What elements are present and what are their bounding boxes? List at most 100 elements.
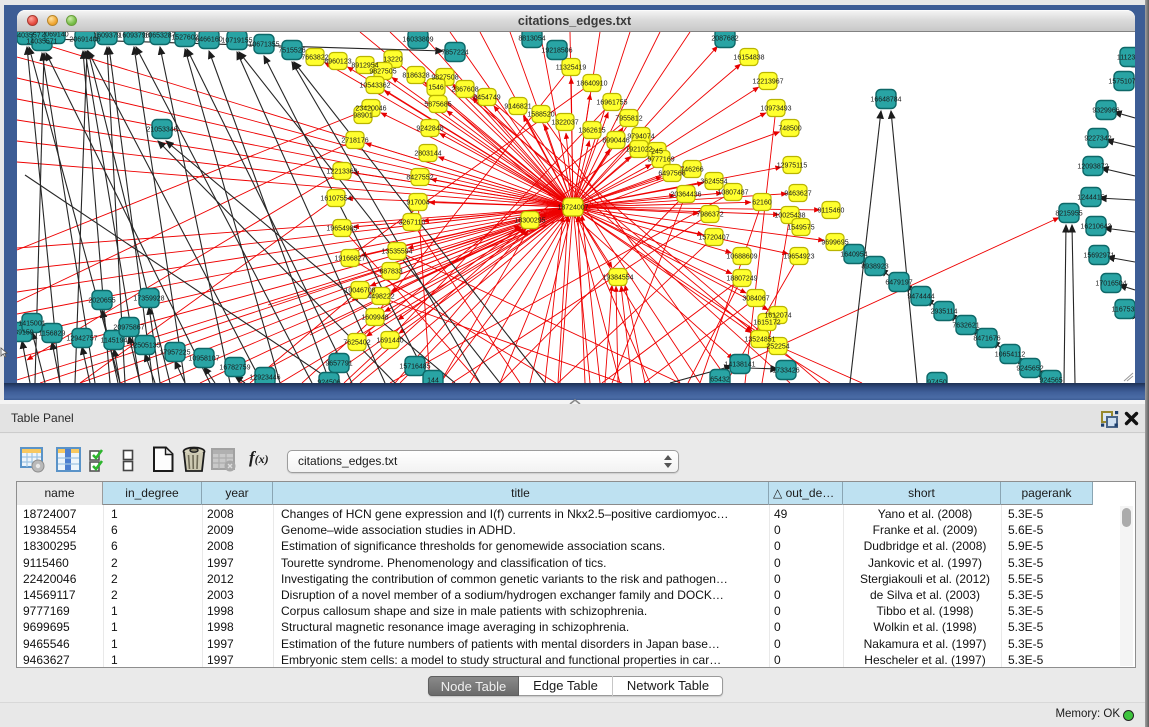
svg-text:3084067: 3084067 — [742, 296, 769, 303]
svg-text:1691440: 1691440 — [376, 338, 403, 345]
svg-text:20364436: 20364436 — [670, 192, 701, 199]
svg-text:17359928: 17359928 — [133, 296, 164, 303]
svg-text:1640954: 1640954 — [840, 252, 867, 259]
svg-text:65432: 65432 — [710, 377, 730, 384]
svg-text:97450: 97450 — [927, 380, 947, 384]
svg-text:18300295: 18300295 — [514, 218, 545, 225]
svg-text:13220: 13220 — [383, 57, 403, 64]
svg-text:10973493: 10973493 — [760, 106, 791, 113]
svg-text:8813054: 8813054 — [518, 36, 545, 43]
svg-text:3267110: 3267110 — [399, 220, 426, 227]
svg-text:62160: 62160 — [752, 200, 772, 207]
svg-text:12093872: 12093872 — [1077, 164, 1108, 171]
svg-text:5875685: 5875685 — [424, 102, 451, 109]
svg-text:12942757: 12942757 — [66, 336, 97, 343]
svg-text:16033809: 16033809 — [402, 37, 433, 44]
svg-text:1921022: 1921022 — [625, 147, 652, 154]
svg-text:18807249: 18807249 — [726, 276, 757, 283]
svg-text:16648784: 16648784 — [870, 97, 901, 104]
svg-text:7857224: 7857224 — [441, 50, 468, 57]
svg-text:16782759: 16782759 — [219, 365, 250, 372]
svg-text:1112345: 1112345 — [1117, 55, 1135, 62]
svg-text:2020655: 2020655 — [88, 298, 115, 305]
svg-text:1145194: 1145194 — [101, 338, 128, 345]
svg-text:6479197: 6479197 — [885, 280, 912, 287]
svg-text:9777169: 9777169 — [647, 157, 674, 164]
svg-text:12213967: 12213967 — [752, 79, 783, 86]
svg-text:924565: 924565 — [1039, 378, 1062, 384]
svg-text:19166827: 19166827 — [334, 256, 365, 263]
svg-text:98901: 98901 — [353, 113, 373, 120]
svg-text:20975867: 20975867 — [113, 325, 144, 332]
svg-text:11325419: 11325419 — [556, 65, 587, 72]
svg-text:7955812: 7955812 — [615, 116, 642, 123]
svg-text:10807487: 10807487 — [717, 190, 748, 197]
svg-text:8427552: 8427552 — [406, 175, 433, 182]
svg-text:8215955: 8215955 — [1055, 211, 1082, 218]
svg-text:9657791: 9657791 — [325, 361, 352, 368]
svg-text:19384554: 19384554 — [602, 275, 633, 282]
svg-text:10671355: 10671355 — [248, 42, 279, 49]
svg-text:7632621: 7632621 — [952, 323, 979, 330]
svg-text:18724007: 18724007 — [557, 205, 588, 212]
svg-text:12505135: 12505135 — [129, 343, 160, 350]
svg-text:939159: 939159 — [17, 330, 34, 337]
svg-text:16210643: 16210643 — [1080, 224, 1111, 231]
svg-text:9699695: 9699695 — [821, 240, 848, 247]
svg-text:14035571: 14035571 — [26, 39, 57, 46]
svg-text:12923446: 12923446 — [249, 375, 280, 382]
svg-text:9827508: 9827508 — [431, 75, 458, 82]
svg-text:9115460: 9115460 — [818, 208, 845, 215]
svg-text:2718176: 2718176 — [341, 138, 368, 145]
svg-text:9463627: 9463627 — [784, 191, 811, 198]
svg-text:8471676: 8471676 — [973, 336, 1000, 343]
svg-text:17957225: 17957225 — [159, 350, 190, 357]
svg-text:2803144: 2803144 — [414, 151, 441, 158]
svg-text:9227342: 9227342 — [1084, 136, 1111, 143]
svg-text:19218506: 19218506 — [541, 48, 572, 55]
svg-text:9827505: 9827505 — [369, 69, 396, 76]
svg-text:1156829: 1156829 — [39, 331, 66, 338]
svg-text:1362615: 1362615 — [578, 128, 605, 135]
svg-text:887833: 887833 — [379, 269, 402, 276]
svg-text:15716485: 15716485 — [399, 364, 430, 371]
svg-text:1244415: 1244415 — [1077, 195, 1104, 202]
svg-text:10025438: 10025438 — [774, 213, 805, 220]
svg-text:7515526: 7515526 — [278, 48, 305, 55]
svg-text:9474444: 9474444 — [907, 294, 934, 301]
svg-text:746266: 746266 — [680, 167, 703, 174]
svg-text:1546: 1546 — [428, 85, 444, 92]
svg-text:4498222: 4498222 — [367, 294, 394, 301]
svg-text:1167535: 1167535 — [1112, 307, 1135, 314]
svg-text:8990446: 8990446 — [602, 138, 629, 145]
svg-text:8938923: 8938923 — [861, 264, 888, 271]
svg-text:15692971: 15692971 — [1083, 253, 1114, 260]
svg-text:2367608: 2367608 — [451, 87, 478, 94]
svg-text:924506: 924506 — [317, 380, 340, 384]
svg-text:1415001: 1415001 — [18, 321, 45, 328]
svg-text:1733426: 1733426 — [772, 368, 799, 375]
svg-text:15720407: 15720407 — [698, 235, 729, 242]
svg-text:2935114: 2935114 — [931, 309, 958, 316]
svg-text:8186328: 8186328 — [402, 73, 429, 80]
svg-text:2087682: 2087682 — [711, 36, 738, 43]
svg-text:9146821: 9146821 — [504, 104, 531, 111]
svg-text:13535594: 13535594 — [381, 249, 412, 256]
svg-text:23420046: 23420046 — [355, 106, 386, 113]
svg-text:10958107: 10958107 — [188, 356, 219, 363]
svg-text:6466160: 6466160 — [195, 37, 222, 44]
svg-text:9242848: 9242848 — [416, 126, 443, 133]
svg-text:1612074: 1612074 — [764, 313, 791, 320]
svg-text:10688609: 10688609 — [726, 254, 757, 261]
svg-text:1609379: 1609379 — [93, 33, 120, 40]
svg-text:7986372: 7986372 — [696, 212, 723, 219]
svg-text:252254: 252254 — [766, 344, 789, 351]
svg-text:2069140: 2069140 — [41, 32, 68, 39]
svg-text:144: 144 — [427, 378, 439, 384]
svg-text:12213369: 12213369 — [326, 169, 357, 176]
svg-text:19654923: 19654923 — [783, 254, 814, 261]
svg-text:12975115: 12975115 — [777, 163, 808, 170]
svg-text:1588520: 1588520 — [527, 112, 554, 119]
svg-text:917004: 917004 — [406, 200, 429, 207]
svg-text:9329966: 9329966 — [1092, 108, 1119, 115]
